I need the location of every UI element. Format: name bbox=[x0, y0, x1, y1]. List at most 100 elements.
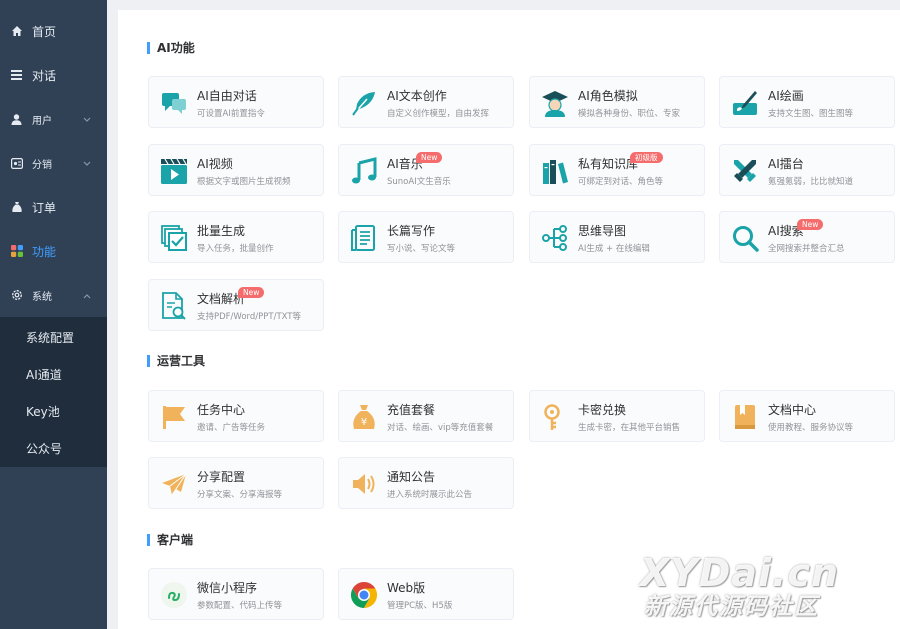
card-title: AI绘画 bbox=[768, 89, 804, 103]
feather-icon bbox=[349, 88, 379, 118]
card-task-center[interactable]: 任务中心 邀请、广告等任务 bbox=[148, 390, 324, 442]
card-desc: 氪强氪弱，比比就知道 bbox=[768, 177, 854, 187]
card-doc-center[interactable]: 文档中心 使用教程、服务协议等 bbox=[719, 390, 895, 442]
sidebar-item-label: 功能 bbox=[32, 244, 57, 259]
sidebar-item-users[interactable]: 用户 bbox=[0, 97, 107, 141]
sidebar-item-system[interactable]: 系统 bbox=[0, 273, 107, 317]
card-share-config[interactable]: 分享配置 分享文案、分享海报等 bbox=[148, 457, 324, 509]
sidebar-item-chat[interactable]: 对话 bbox=[0, 53, 107, 97]
card-ai-search[interactable]: AI搜索 New 全网搜索并整合汇总 bbox=[719, 211, 895, 263]
paint-icon bbox=[730, 88, 760, 118]
card-ai-paint[interactable]: AI绘画 支持文生图、图生图等 bbox=[719, 76, 895, 128]
key-icon bbox=[540, 402, 570, 432]
card-title: 充值套餐 bbox=[387, 403, 436, 417]
section-title-ops: 运营工具 bbox=[147, 352, 205, 369]
home-icon bbox=[10, 25, 23, 38]
card-title: 思维导图 bbox=[578, 224, 627, 238]
card-desc: 写小说、写论文等 bbox=[387, 244, 456, 254]
new-badge: New bbox=[797, 219, 824, 230]
card-desc: 可绑定到对话、角色等 bbox=[578, 177, 664, 187]
mindmap-icon bbox=[540, 223, 570, 253]
card-desc: 支持文生图、图生图等 bbox=[768, 109, 854, 119]
chat-icon bbox=[159, 88, 189, 118]
card-desc: 生成卡密，在其他平台销售 bbox=[578, 423, 681, 433]
card-desc: 分享文案、分享海报等 bbox=[197, 490, 283, 500]
card-desc: AI生成 + 在线编辑 bbox=[578, 244, 650, 254]
search-icon bbox=[730, 223, 760, 253]
card-ai-chat[interactable]: AI自由对话 可设置AI前置指令 bbox=[148, 76, 324, 128]
card-desc: 根据文字或图片生成视频 bbox=[197, 177, 291, 187]
card-title: 任务中心 bbox=[197, 403, 246, 417]
submenu-item-official-account[interactable]: 公众号 bbox=[0, 430, 107, 467]
card-title: 分享配置 bbox=[197, 470, 246, 484]
card-desc: 导入任务，批量创作 bbox=[197, 244, 274, 254]
sidebar-item-features[interactable]: 功能 bbox=[0, 229, 107, 273]
card-desc: 参数配置、代码上传等 bbox=[197, 601, 283, 611]
swords-icon bbox=[730, 156, 760, 186]
new-badge: New bbox=[238, 287, 265, 298]
card-desc: 邀请、广告等任务 bbox=[197, 423, 266, 433]
card-card-redeem[interactable]: 卡密兑换 生成卡密，在其他平台销售 bbox=[529, 390, 705, 442]
chrome-icon bbox=[349, 580, 379, 610]
card-knowledge-base[interactable]: 私有知识库 初级版 可绑定到对话、角色等 bbox=[529, 144, 705, 196]
sidebar-item-label: 首页 bbox=[32, 24, 57, 39]
document-icon bbox=[349, 223, 379, 253]
system-submenu: 系统配置 AI通道 Key池 公众号 bbox=[0, 317, 107, 467]
money-bag-icon: ¥ bbox=[349, 402, 379, 432]
card-desc: 全网搜索并整合汇总 bbox=[768, 244, 845, 254]
bag-icon bbox=[10, 201, 23, 214]
card-recharge-plans[interactable]: ¥ 充值套餐 对话、绘画、vip等充值套餐 bbox=[338, 390, 514, 442]
card-announcement[interactable]: 通知公告 进入系统时展示此公告 bbox=[338, 457, 514, 509]
card-ai-text[interactable]: AI文本创作 自定义创作模型，自由发挥 bbox=[338, 76, 514, 128]
card-title: AI文本创作 bbox=[387, 89, 447, 103]
card-wechat-miniprogram[interactable]: 微信小程序 参数配置、代码上传等 bbox=[148, 568, 324, 620]
file-search-icon bbox=[159, 291, 189, 321]
card-title: 微信小程序 bbox=[197, 581, 258, 595]
card-desc: 进入系统时展示此公告 bbox=[387, 490, 473, 500]
card-title: 文档中心 bbox=[768, 403, 817, 417]
speaker-icon bbox=[349, 469, 379, 499]
chevron-down-icon bbox=[83, 112, 91, 126]
sidebar-item-label: 用户 bbox=[32, 115, 52, 127]
sidebar-item-label: 对话 bbox=[32, 68, 57, 83]
card-title: AI角色模拟 bbox=[578, 89, 638, 103]
card-title: 通知公告 bbox=[387, 470, 436, 484]
card-ai-music[interactable]: AI音乐 New SunoAI文生音乐 bbox=[338, 144, 514, 196]
sidebar-item-distribution[interactable]: 分销 bbox=[0, 141, 107, 185]
card-ai-role[interactable]: AI角色模拟 模拟各种身份、职位、专家 bbox=[529, 76, 705, 128]
miniprogram-icon bbox=[159, 580, 189, 610]
sidebar-item-label: 分销 bbox=[32, 159, 52, 171]
card-long-writing[interactable]: 长篇写作 写小说、写论文等 bbox=[338, 211, 514, 263]
paper-plane-icon bbox=[159, 469, 189, 499]
sidebar-item-orders[interactable]: 订单 bbox=[0, 185, 107, 229]
card-web-version[interactable]: Web版 管理PC版、H5版 bbox=[338, 568, 514, 620]
books-icon bbox=[540, 156, 570, 186]
card-title: 批量生成 bbox=[197, 224, 246, 238]
chevron-up-icon bbox=[83, 288, 91, 302]
music-icon bbox=[349, 156, 379, 186]
main-panel: AI功能 AI自由对话 可设置AI前置指令 AI文本创作 自定义创作模型，自由发… bbox=[118, 10, 900, 629]
sidebar-item-home[interactable]: 首页 bbox=[0, 9, 107, 53]
sidebar-item-label: 订单 bbox=[32, 200, 57, 215]
card-ai-video[interactable]: AI视频 根据文字或图片生成视频 bbox=[148, 144, 324, 196]
submenu-item-system-config[interactable]: 系统配置 bbox=[0, 319, 107, 356]
section-title-client: 客户端 bbox=[147, 531, 193, 548]
section-title-ai: AI功能 bbox=[147, 39, 195, 56]
video-icon bbox=[159, 156, 189, 186]
sidebar: 首页 对话 用户 分销 订单 功能 系统 系统配置 AI通道 Key池 公众号 bbox=[0, 0, 107, 629]
card-title: AI视频 bbox=[197, 157, 233, 171]
new-badge: New bbox=[416, 152, 443, 163]
card-desc: 管理PC版、H5版 bbox=[387, 601, 453, 611]
submenu-item-key-pool[interactable]: Key池 bbox=[0, 393, 107, 430]
card-title: 长篇写作 bbox=[387, 224, 436, 238]
graduate-icon bbox=[540, 88, 570, 118]
card-mind-map[interactable]: 思维导图 AI生成 + 在线编辑 bbox=[529, 211, 705, 263]
card-title: Web版 bbox=[387, 581, 426, 595]
card-ai-arena[interactable]: AI擂台 氪强氪弱，比比就知道 bbox=[719, 144, 895, 196]
chevron-down-icon bbox=[83, 156, 91, 170]
card-desc: 可设置AI前置指令 bbox=[197, 109, 265, 119]
card-doc-parse[interactable]: 文档解析 New 支持PDF/Word/PPT/TXT等 bbox=[148, 279, 324, 331]
card-batch-generate[interactable]: 批量生成 导入任务，批量创作 bbox=[148, 211, 324, 263]
submenu-item-ai-channel[interactable]: AI通道 bbox=[0, 356, 107, 393]
user-icon bbox=[10, 113, 23, 126]
